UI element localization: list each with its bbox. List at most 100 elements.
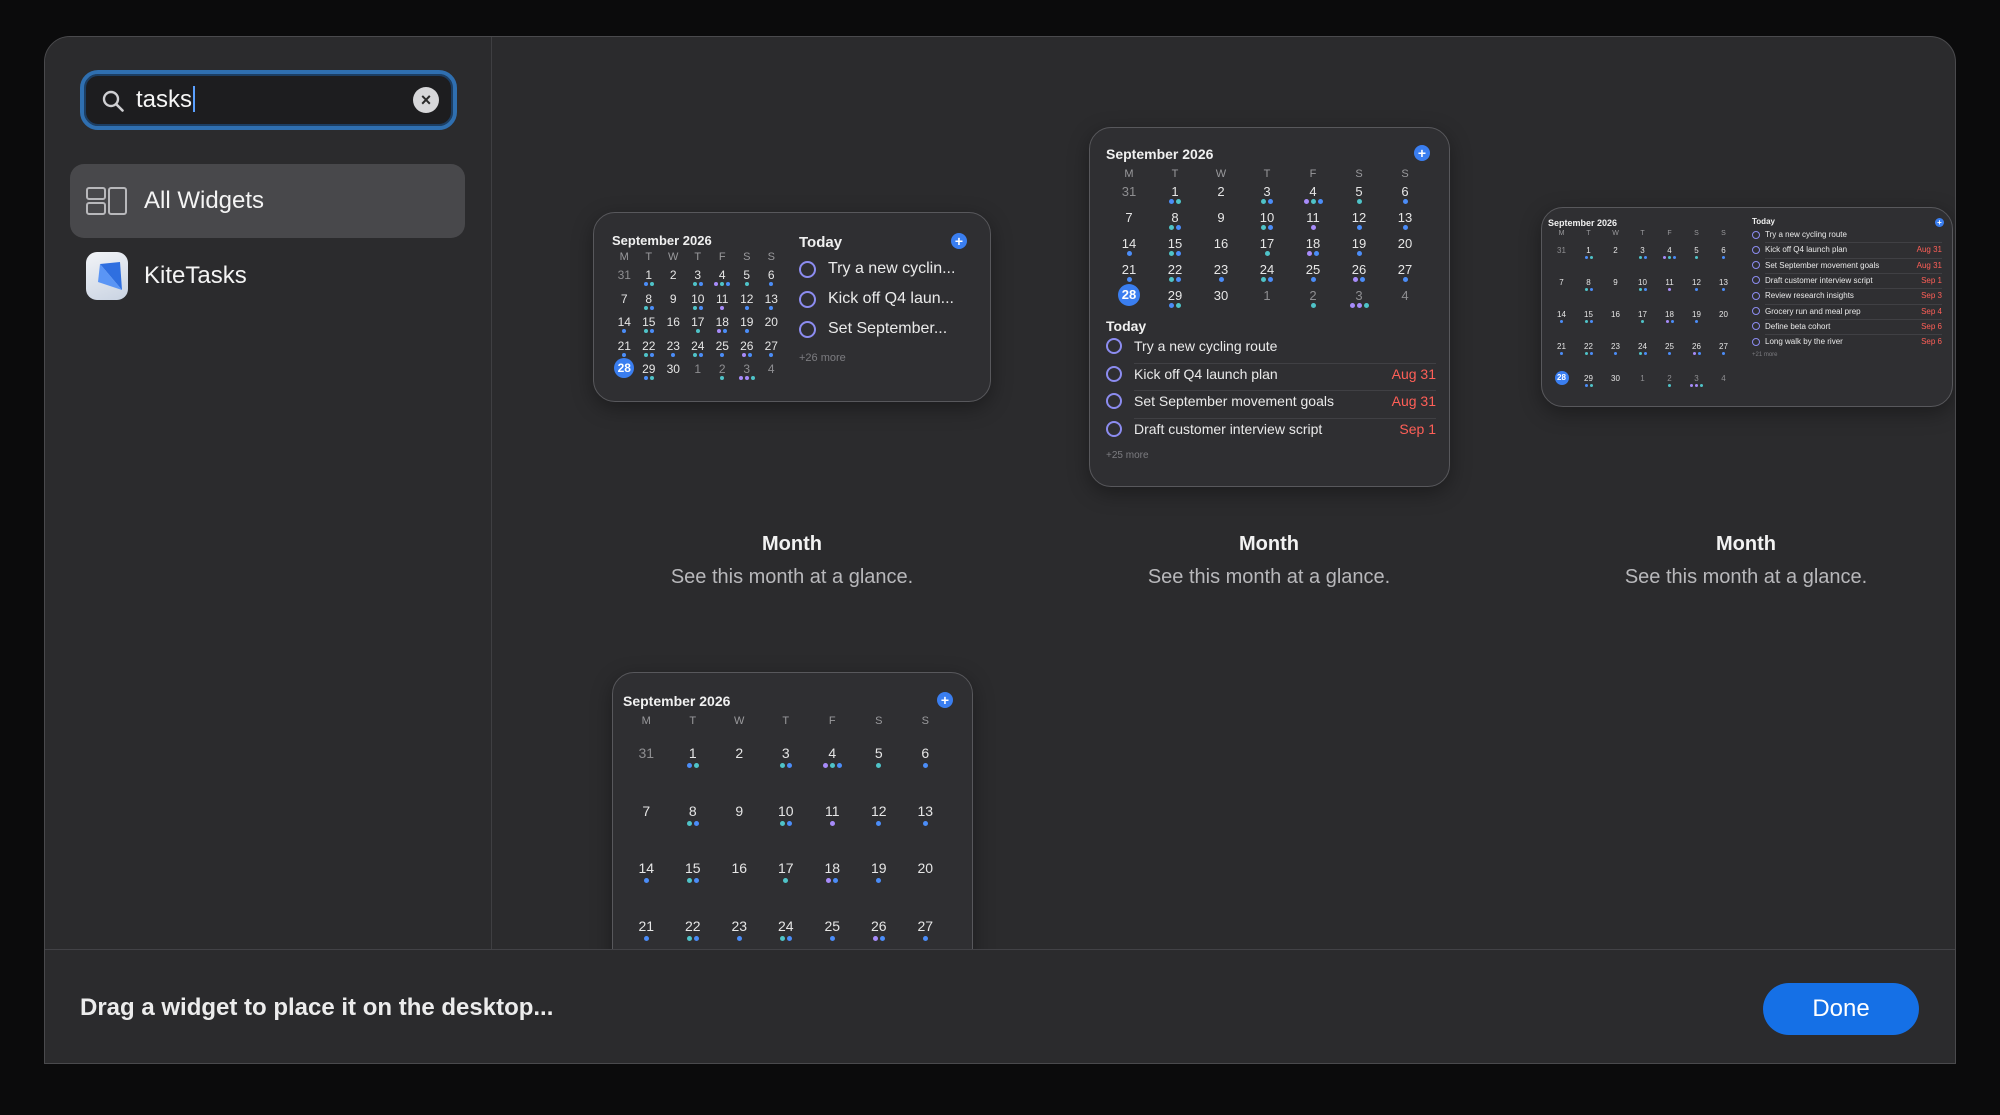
todo-item[interactable]: Draft customer interview script Sep 1 (1106, 420, 1436, 437)
weekday-label: S (875, 715, 883, 727)
event-dot (1310, 277, 1316, 282)
event-dots (1683, 288, 1710, 291)
calendar-day: 23 (666, 338, 680, 353)
checkbox-circle-icon (1752, 245, 1760, 254)
checkbox-circle-icon (1752, 307, 1760, 315)
event-dot (1589, 288, 1593, 291)
todo-item[interactable]: Long walk by the river Sep 6 (1752, 337, 1942, 346)
todo-item[interactable]: Try a new cycling route (1752, 230, 1942, 239)
todo-item[interactable]: Define beta cohort Sep 6 (1752, 322, 1942, 331)
event-dots (1244, 251, 1290, 256)
event-dot (720, 376, 725, 380)
search-input[interactable]: tasks (136, 86, 196, 114)
event-dot (1303, 199, 1309, 204)
widget-month-large[interactable]: September 2026 M T W T F S S 31 1 2 3 4 5 6 7 8 9 10 11 12 13… (1089, 127, 1450, 487)
event-dots (1575, 352, 1602, 355)
widget-month-medium[interactable]: September 2026 M T W T F S S 31 1 2 3 4 5 6 7 8 9 10 11 12 13… (593, 212, 991, 402)
checkbox-circle-icon (799, 260, 816, 278)
add-task-icon[interactable]: + (1935, 218, 1944, 227)
calendar-day: 4 (1721, 374, 1726, 383)
event-dots (670, 878, 717, 883)
widget-month-extra-large[interactable]: September 2026 M T W T F S S 31 1 2 3 4 5 6 7 8 9 10 11 12 13… (1541, 207, 1953, 407)
todo-divider (1765, 242, 1942, 244)
close-circle-icon[interactable]: × (413, 87, 439, 113)
widget-month-calendar-large[interactable]: September 2026 M T W T F S S 31 1 2 3 4 5 6 7 8 9 10 11 12 13… (612, 672, 973, 949)
calendar-day: 6 (1721, 246, 1726, 255)
event-dots (1629, 288, 1656, 291)
todo-text: Try a new cycling route (1134, 338, 1278, 354)
event-dots (902, 935, 949, 941)
footer-bar: Drag a widget to place it on the desktop… (45, 949, 1955, 1063)
todo-item[interactable]: Grocery run and meal prep Sep 4 (1752, 307, 1942, 316)
event-dots (1710, 352, 1737, 355)
calendar-day: 14 (1121, 236, 1137, 251)
event-dot (741, 352, 746, 357)
event-dots (809, 878, 856, 883)
checkbox-circle-icon (1752, 337, 1760, 346)
event-dot (1722, 256, 1725, 259)
event-dot (717, 329, 722, 333)
event-dots (710, 305, 735, 310)
calendar-day: 12 (1351, 210, 1367, 225)
event-dot (769, 305, 774, 310)
weekday-label: M (1558, 230, 1565, 237)
calendar-month-title: September 2026 (1106, 146, 1214, 162)
event-dot (643, 352, 648, 357)
calendar-day: 12 (740, 291, 754, 306)
add-task-icon[interactable]: + (951, 233, 967, 249)
calendar-day: 2 (1667, 374, 1672, 383)
todo-item[interactable]: Try a new cyclin... (799, 260, 969, 278)
sidebar-item-all-widgets[interactable]: All Widgets (70, 164, 465, 238)
sidebar-item-label: All Widgets (144, 187, 265, 214)
todo-item[interactable]: Kick off Q4 laun... (799, 290, 969, 308)
calendar-day: 1 (1171, 184, 1179, 199)
calendar-day: 24 (1259, 262, 1275, 277)
todo-due-date: Sep 6 (1921, 321, 1942, 331)
event-dot (738, 376, 743, 380)
calendar-day: 21 (1557, 342, 1566, 351)
sidebar-item-kitetasks[interactable]: KiteTasks (70, 239, 465, 313)
todo-divider (1134, 362, 1436, 364)
calendar-day: 26 (1351, 262, 1367, 277)
event-dot (747, 352, 752, 357)
calendar-day: 2 (718, 362, 726, 376)
calendar-day: 3 (1694, 374, 1699, 383)
add-task-icon[interactable]: + (1414, 145, 1430, 161)
todo-item[interactable]: Set September movement goals Aug 31 (1752, 261, 1942, 270)
calendar-day: 19 (740, 315, 754, 329)
widget-caption: Month See this month at a glance. (1059, 533, 1479, 589)
add-task-icon[interactable]: + (937, 692, 953, 708)
event-dot (643, 329, 648, 333)
event-dot (922, 820, 928, 826)
calendar-day-today: 28 (614, 358, 635, 378)
todo-item[interactable]: Set September movement goals Aug 31 (1106, 393, 1436, 409)
todo-text: Set September movement goals (1134, 393, 1334, 409)
kitetasks-app-icon (86, 252, 128, 300)
todo-item[interactable]: Try a new cycling route (1106, 338, 1436, 354)
weekday-label: S (921, 715, 929, 727)
calendar-day: 27 (917, 917, 934, 934)
todo-text: Review research insights (1765, 291, 1854, 301)
search-field[interactable]: tasks × (80, 70, 457, 130)
todo-item[interactable]: Kick off Q4 launch plan Aug 31 (1752, 245, 1942, 254)
todo-item[interactable]: Review research insights Sep 3 (1752, 291, 1942, 300)
weekday-label: F (1309, 168, 1317, 180)
event-dots (710, 282, 735, 286)
done-button[interactable]: Done (1763, 983, 1919, 1035)
event-dots (1710, 256, 1737, 259)
calendar-day: 12 (1692, 278, 1701, 287)
todo-due-date: Aug 31 (1391, 365, 1436, 382)
todo-text: Try a new cycling route (1765, 230, 1847, 239)
todo-item[interactable]: Kick off Q4 launch plan Aug 31 (1106, 365, 1436, 382)
todo-section-title: Today (1106, 318, 1147, 334)
weekday-label: T (1586, 230, 1591, 237)
calendar-day: 3 (1355, 288, 1363, 303)
event-dots (1336, 303, 1382, 308)
event-dot (1356, 251, 1362, 256)
event-dot (1695, 256, 1698, 259)
calendar-day: 30 (1611, 374, 1620, 383)
todo-item[interactable]: Draft customer interview script Sep 1 (1752, 276, 1942, 285)
todo-item[interactable]: Set September... (799, 320, 969, 338)
event-dots (686, 329, 711, 333)
calendar-day: 19 (1692, 310, 1701, 319)
